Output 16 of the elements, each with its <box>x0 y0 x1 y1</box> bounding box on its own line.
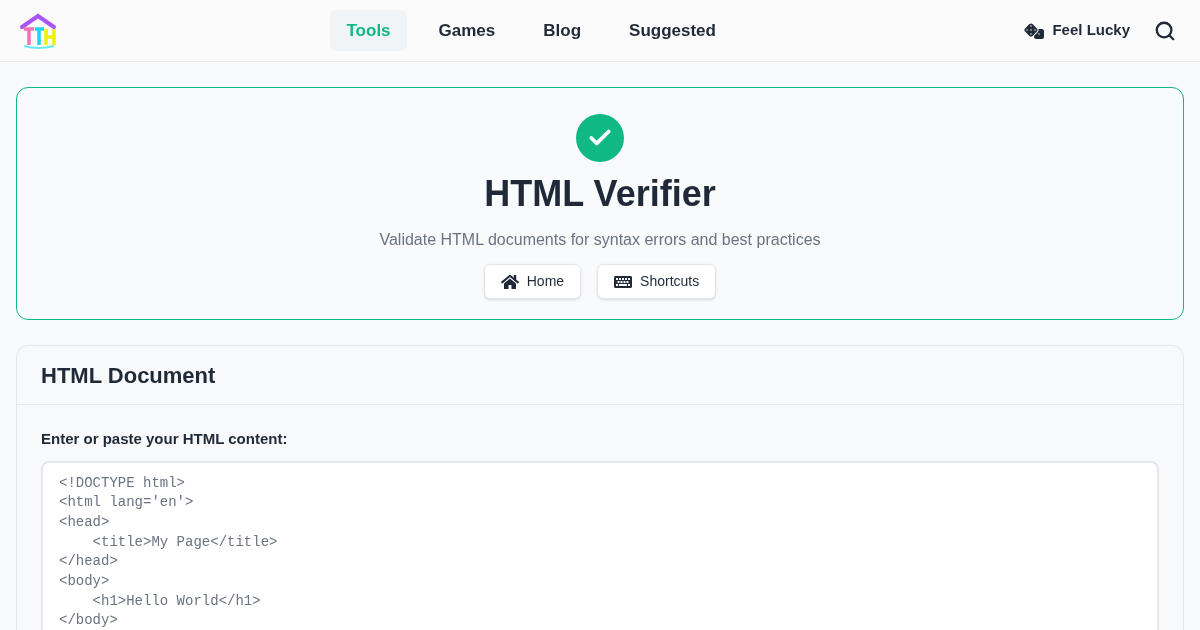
logo-icon[interactable] <box>18 12 58 49</box>
field-label: Enter or paste your HTML content: <box>41 429 289 449</box>
search-icon[interactable] <box>1154 19 1176 42</box>
home-button[interactable]: Home <box>483 264 582 299</box>
nav-tab[interactable]: Games <box>422 9 512 52</box>
nav-tab[interactable]: Suggested <box>613 9 732 52</box>
html-input-field[interactable]: <!DOCTYPE html> <html lang='en'> <head> <title>My Page</title> </head> <body> <h1>Hello World</h1> </body> <box>41 460 1159 630</box>
card-title: HTML Document <box>41 361 216 390</box>
shortcuts-button[interactable]: Shortcuts <box>597 264 717 299</box>
dice-icon <box>1024 20 1045 41</box>
house-icon <box>500 272 519 291</box>
check-icon <box>576 114 624 162</box>
feel-lucky-button[interactable]: Feel Lucky <box>1024 19 1130 42</box>
page-title: HTML Verifier <box>484 172 716 216</box>
nav-tab[interactable]: Blog <box>527 9 598 52</box>
page-subtitle: Validate HTML documents for syntax errors and best practices <box>379 230 821 250</box>
